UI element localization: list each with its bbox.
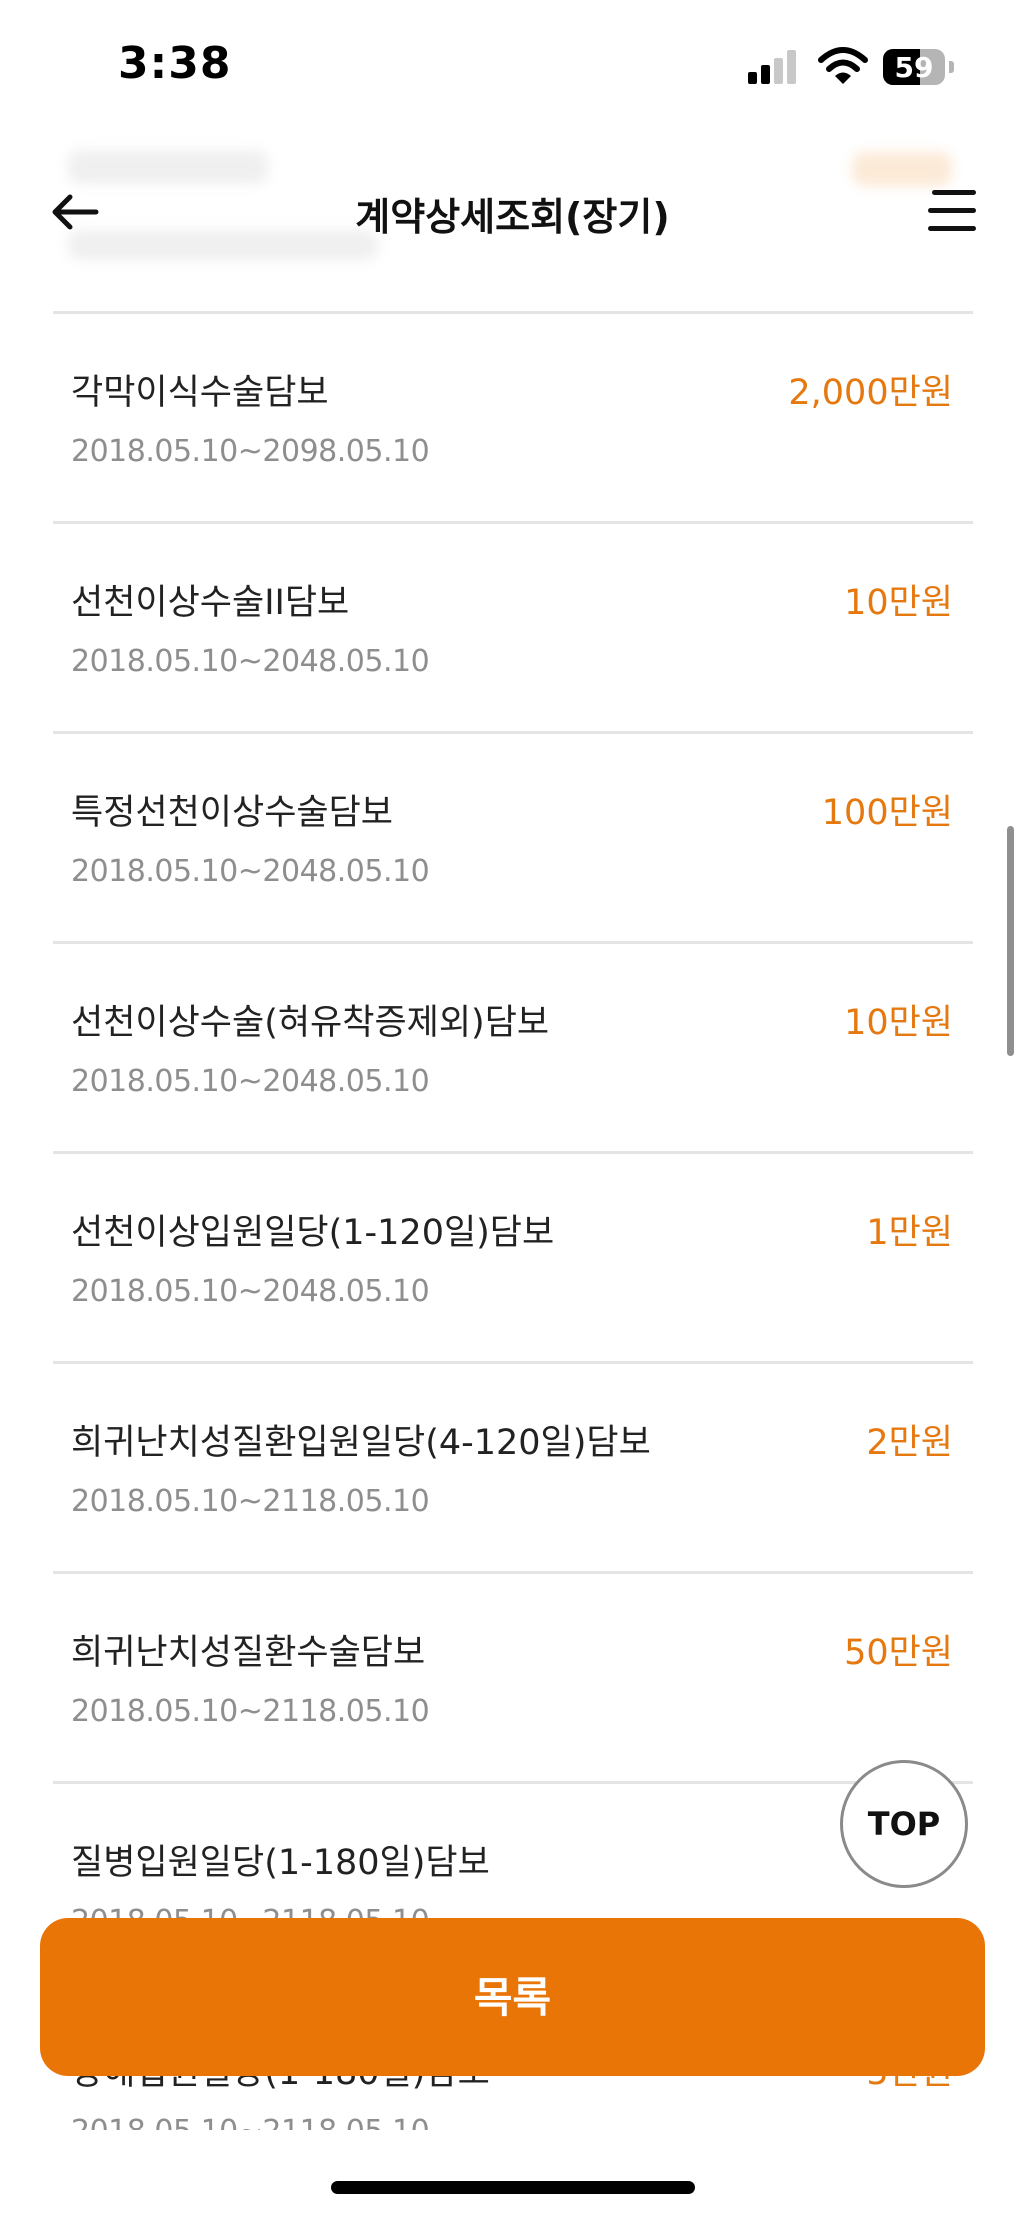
coverage-amount: 50만원 xyxy=(844,1633,953,1673)
battery-level: 59 xyxy=(894,51,934,84)
coverage-amount: 10만원 xyxy=(844,583,953,623)
coverage-period: 2018.05.10~2048.05.10 xyxy=(71,644,430,679)
coverage-item: 선천이상수술(혀유착증제외)담보 2018.05.10~2048.05.10 10만… xyxy=(53,941,973,1151)
coverage-amount: 10만원 xyxy=(844,1003,953,1043)
status-time: 3:38 xyxy=(118,38,232,89)
coverage-period: 2018.05.10~2098.05.10 xyxy=(71,434,430,469)
status-bar: 3:38 59 xyxy=(0,0,1025,130)
menu-icon-line xyxy=(928,226,976,231)
scrollbar[interactable] xyxy=(1007,826,1014,1056)
coverage-name: 각막이식수술담보 xyxy=(71,373,329,413)
coverage-item: 선천이상입원일당(1-120일)담보 2018.05.10~2048.05.10 1… xyxy=(53,1151,973,1361)
coverage-name: 질병입원일당(1-180일)담보 xyxy=(71,1843,490,1883)
coverage-name: 선천이상수술II담보 xyxy=(71,583,350,623)
coverage-name: 희귀난치성질환수술담보 xyxy=(71,1633,426,1673)
coverage-name: 희귀난치성질환입원일당(4-120일)담보 xyxy=(71,1423,651,1463)
coverage-item: 각막이식수술담보 2018.05.10~2098.05.10 2,000만원 xyxy=(53,311,973,521)
page-title: 계약상세조회(장기) xyxy=(355,195,670,239)
coverage-period: 2018.05.10~2048.05.10 xyxy=(71,854,430,889)
scroll-top-button[interactable]: TOP xyxy=(840,1760,968,1888)
coverage-item: 희귀난치성질환입원일당(4-120일)담보 2018.05.10~2118.05.… xyxy=(53,1361,973,1571)
coverage-name: 선천이상입원일당(1-120일)담보 xyxy=(71,1213,555,1253)
coverage-period: 2018.05.10~2048.05.10 xyxy=(71,1274,430,1309)
coverage-period: 2018.05.10~2118.05.10 xyxy=(71,1694,430,1729)
coverage-period: 2018.05.10~2048.05.10 xyxy=(71,1064,430,1099)
menu-icon-line xyxy=(932,190,976,195)
battery-icon: 59 xyxy=(883,49,945,85)
cellular-signal-icon xyxy=(748,50,800,84)
coverage-amount: 2만원 xyxy=(866,1423,953,1463)
coverage-item: 특정선천이상수술담보 2018.05.10~2048.05.10 100만원 xyxy=(53,731,973,941)
app-header: 계약상세조회(장기) xyxy=(0,130,1025,310)
menu-button[interactable] xyxy=(920,184,976,240)
list-button[interactable]: 목록 xyxy=(40,1918,985,2076)
faded-header-amount xyxy=(852,152,952,186)
coverage-period: 2018.05.10~2118.05.10 xyxy=(71,1484,430,1519)
battery-tip xyxy=(949,61,954,73)
coverage-amount: 2,000만원 xyxy=(788,373,953,413)
coverage-name: 특정선천이상수술담보 xyxy=(71,793,394,833)
coverage-amount: 100만원 xyxy=(821,793,953,833)
coverage-name: 선천이상수술(혀유착증제외)담보 xyxy=(71,1003,550,1043)
bottom-area xyxy=(0,2130,1025,2218)
coverage-amount: 1만원 xyxy=(866,1213,953,1253)
menu-icon-line xyxy=(928,208,976,213)
faded-header-text xyxy=(68,150,268,184)
coverage-item: 선천이상수술II담보 2018.05.10~2048.05.10 10만원 xyxy=(53,521,973,731)
home-indicator xyxy=(331,2181,695,2194)
wifi-icon xyxy=(818,47,868,84)
coverage-item: 희귀난치성질환수술담보 2018.05.10~2118.05.10 50만원 xyxy=(53,1571,973,1781)
